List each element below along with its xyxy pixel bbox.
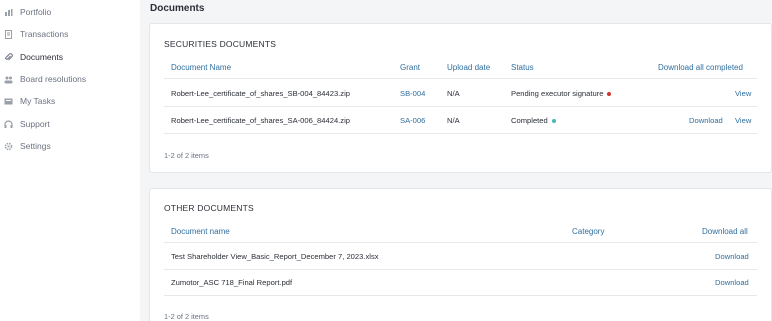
status-text: Completed: [511, 116, 548, 125]
pagination-info: 1-2 of 2 items: [164, 151, 209, 160]
sidebar-item-support[interactable]: Support: [4, 117, 50, 131]
column-header-status: Status: [511, 63, 534, 72]
column-header-category: Category: [572, 227, 605, 236]
divider: [164, 78, 757, 79]
column-header-upload-date: Upload date: [447, 63, 491, 72]
column-header-document-name: Document Name: [171, 63, 232, 72]
other-documents-card: OTHER DOCUMENTS Document name Category D…: [149, 188, 772, 321]
people-icon: [4, 75, 13, 84]
pagination-info: 1-2 of 2 items: [164, 312, 209, 321]
sidebar-item-settings[interactable]: Settings: [4, 139, 51, 153]
sidebar-item-label: Support: [20, 119, 50, 129]
document-name: Zumotor_ASC 718_Final Report.pdf: [171, 278, 293, 287]
document-name: Robert-Lee_certificate_of_shares_SB-004_…: [171, 89, 350, 98]
card-title: OTHER DOCUMENTS: [164, 203, 254, 213]
column-header-grant: Grant: [400, 63, 421, 72]
sidebar-item-label: Transactions: [20, 29, 69, 39]
status-badge: Pending executor signature: [511, 89, 612, 98]
sidebar-item-label: Settings: [20, 141, 51, 151]
download-all-completed-button[interactable]: Download all completed: [658, 63, 743, 72]
status-dot-icon: [551, 119, 556, 123]
document-name: Robert-Lee_certificate_of_shares_SA-006_…: [171, 116, 350, 125]
page-title: Documents: [150, 3, 205, 14]
sidebar-item-portfolio[interactable]: Portfolio: [4, 5, 51, 19]
grant-link[interactable]: SA-006: [400, 116, 425, 125]
main-content: Documents SECURITIES DOCUMENTS Document …: [140, 0, 772, 321]
card-title: SECURITIES DOCUMENTS: [164, 39, 277, 49]
sidebar-item-board-resolutions[interactable]: Board resolutions: [4, 72, 86, 86]
download-all-button[interactable]: Download all: [702, 227, 748, 236]
status-dot-icon: [607, 92, 612, 96]
inbox-icon: [4, 97, 13, 106]
sidebar-item-transactions[interactable]: Transactions: [4, 27, 68, 41]
view-link[interactable]: View: [735, 116, 751, 125]
paperclip-icon: [4, 52, 13, 62]
download-link[interactable]: Download: [689, 116, 723, 125]
document-icon: [4, 29, 13, 39]
bar-chart-icon: [4, 8, 13, 17]
view-link[interactable]: View: [735, 89, 751, 98]
divider: [164, 269, 757, 270]
upload-date: N/A: [447, 116, 460, 125]
sidebar-item-label: Documents: [20, 52, 63, 62]
divider: [164, 106, 757, 107]
status-badge: Completed: [511, 116, 556, 125]
divider: [164, 242, 757, 243]
sidebar-item-documents[interactable]: Documents: [4, 50, 63, 64]
status-text: Pending executor signature: [511, 89, 604, 98]
document-name: Test Shareholder View_Basic_Report_Decem…: [171, 252, 379, 261]
divider: [164, 295, 757, 296]
upload-date: N/A: [447, 89, 460, 98]
download-link[interactable]: Download: [715, 278, 749, 287]
grant-link[interactable]: SB-004: [400, 89, 425, 98]
column-header-document-name: Document name: [171, 227, 230, 236]
sidebar: Portfolio Transactions Documents Board r…: [0, 0, 140, 321]
divider: [164, 133, 757, 134]
securities-documents-card: SECURITIES DOCUMENTS Document Name Grant…: [149, 23, 772, 173]
gear-icon: [4, 142, 13, 151]
sidebar-item-my-tasks[interactable]: My Tasks: [4, 94, 55, 108]
sidebar-item-label: Portfolio: [20, 7, 52, 17]
sidebar-item-label: Board resolutions: [20, 74, 87, 84]
download-link[interactable]: Download: [715, 252, 749, 261]
sidebar-item-label: My Tasks: [20, 96, 56, 106]
headset-icon: [4, 119, 13, 129]
